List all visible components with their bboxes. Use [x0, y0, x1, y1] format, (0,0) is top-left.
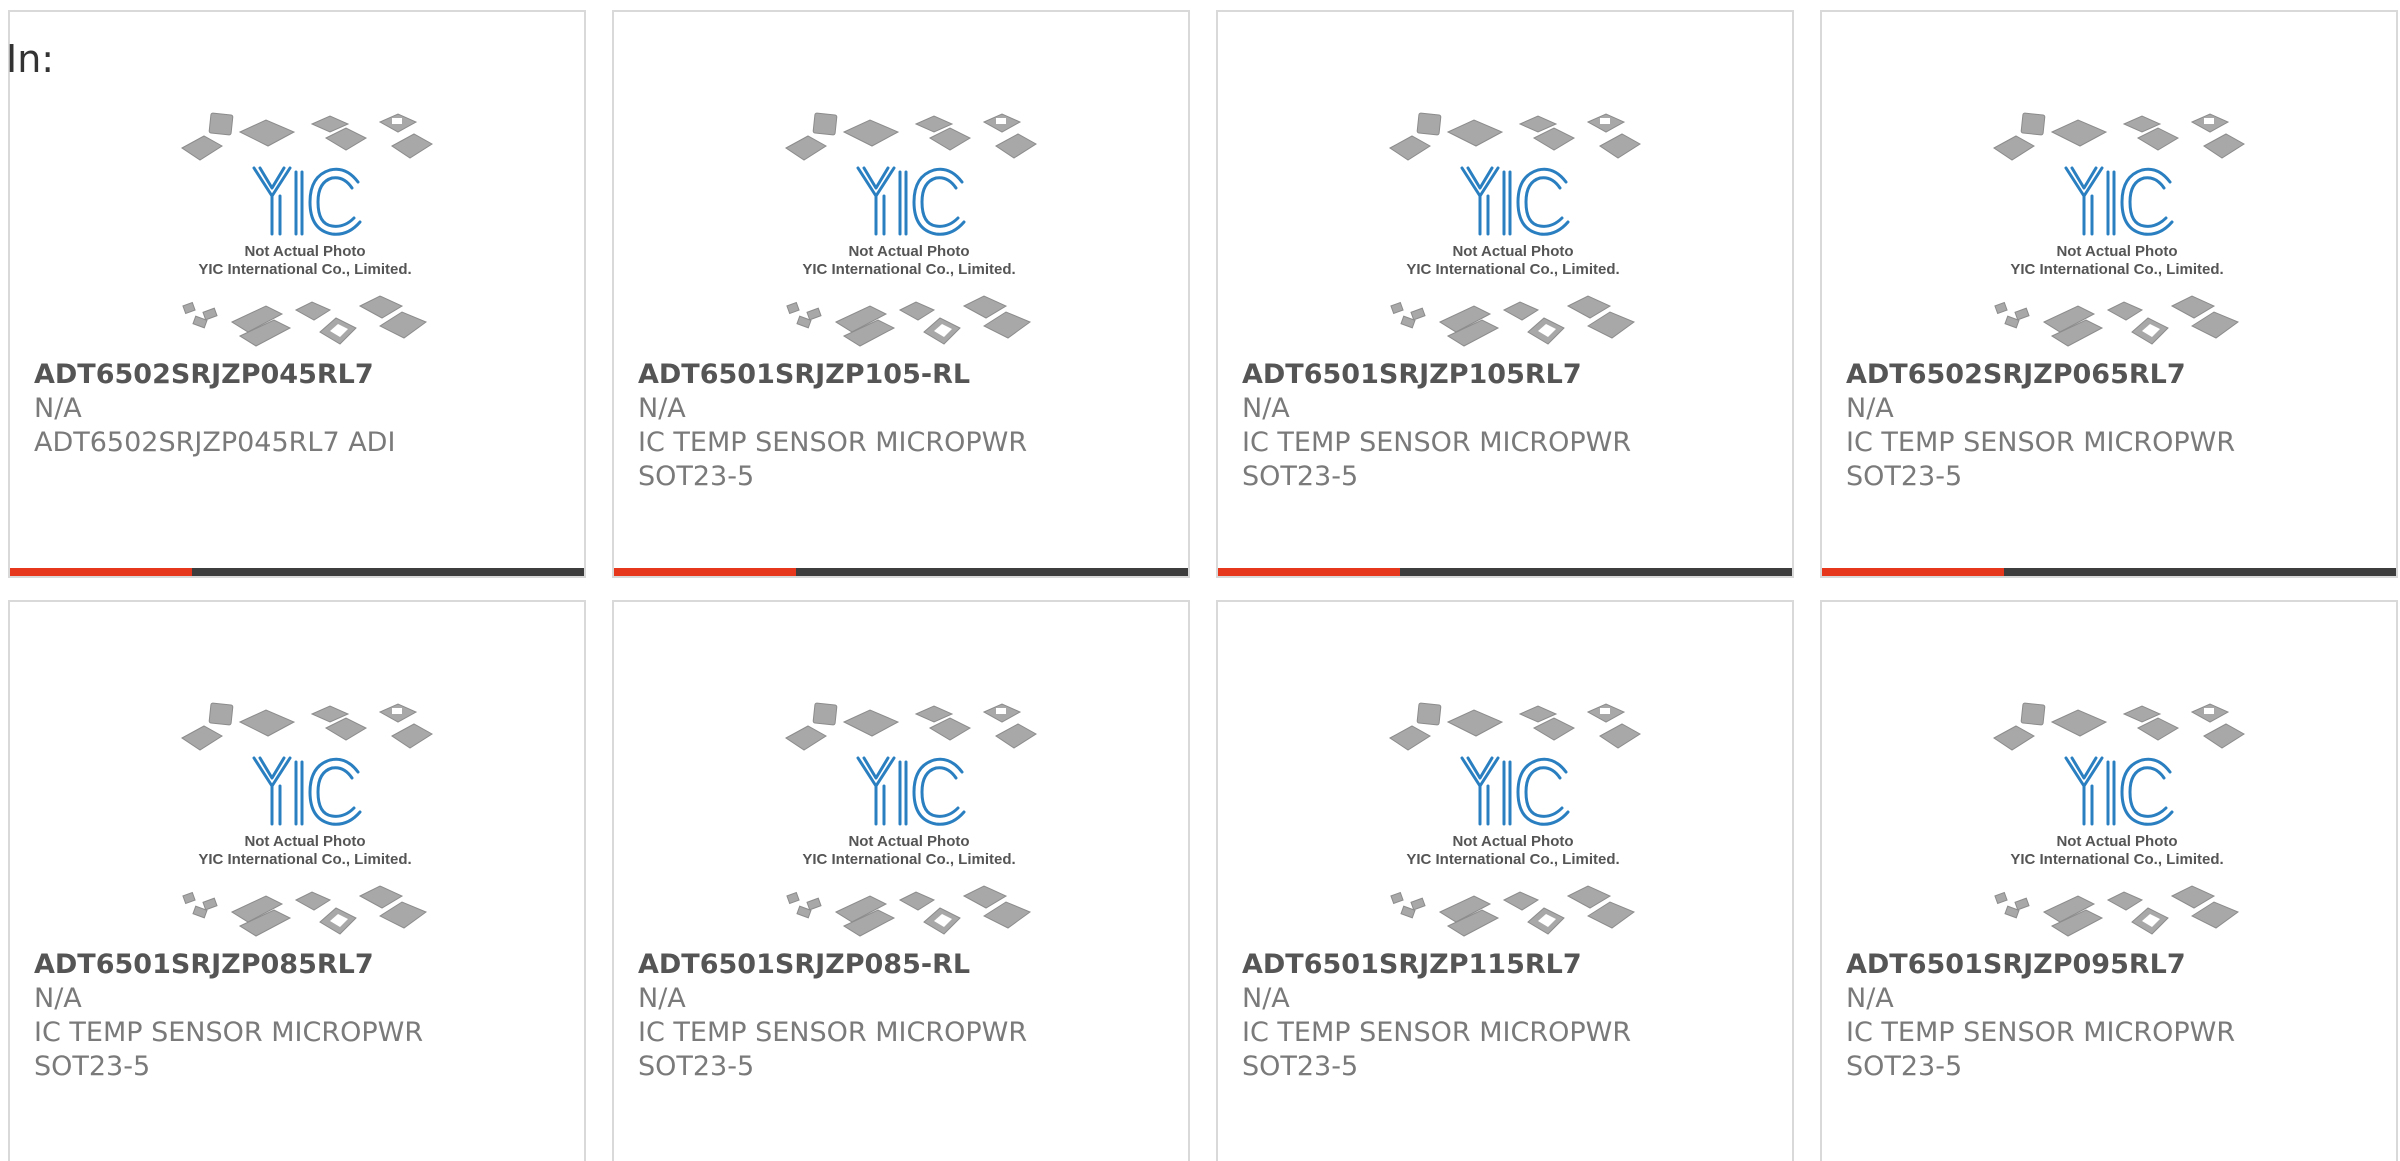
manufacturer: N/A — [1846, 983, 1894, 1014]
product-text: ADT6502SRJZP065RL7 N/A IC TEMP SENSOR MICR… — [1846, 358, 2366, 494]
thumbnail-caption-line2: YIC International Co., Limited. — [198, 261, 411, 278]
manufacturer: N/A — [1242, 393, 1290, 424]
product-text: ADT6501SRJZP105RL7 N/A IC TEMP SENSOR MICR… — [1242, 358, 1762, 494]
thumbnail-caption-line1: Not Actual Photo — [244, 833, 365, 850]
product-text: ADT6501SRJZP085-RL N/A IC TEMP SENSOR MICR… — [638, 948, 1158, 1084]
chip-package-placeholder-icon: Not Actual Photo YIC International Co., … — [1389, 112, 1641, 347]
part-number-link[interactable]: ADT6501SRJZP095RL7 — [1846, 948, 2366, 982]
product-thumbnail-image[interactable]: Not Actual Photo YIC International Co., … — [1982, 106, 2252, 352]
product-thumbnail-image[interactable]: Not Actual Photo YIC International Co., … — [1378, 696, 1648, 942]
part-number-link[interactable]: ADT6501SRJZP115RL7 — [1242, 948, 1762, 982]
card-footer-bar — [10, 568, 584, 576]
chip-package-placeholder-icon: Not Actual Photo YIC International Co., … — [785, 112, 1037, 347]
description-line2: SOT23-5 — [1846, 1051, 1963, 1082]
part-number-link[interactable]: ADT6501SRJZP085RL7 — [34, 948, 554, 982]
description-line1: IC TEMP SENSOR MICROPWR — [1846, 427, 2236, 458]
chip-package-placeholder-icon: Not Actual Photo YIC International Co., … — [785, 702, 1037, 937]
card-footer-bar — [1218, 568, 1792, 576]
thumbnail-caption-line2: YIC International Co., Limited. — [2010, 261, 2223, 278]
product-text: ADT6501SRJZP115RL7 N/A IC TEMP SENSOR MICR… — [1242, 948, 1762, 1084]
thumbnail-caption-line2: YIC International Co., Limited. — [802, 261, 1015, 278]
description-line1: IC TEMP SENSOR MICROPWR — [34, 1017, 424, 1048]
thumbnail-caption-line1: Not Actual Photo — [2056, 833, 2177, 850]
description-line2: SOT23-5 — [1242, 461, 1359, 492]
part-number-link[interactable]: ADT6502SRJZP065RL7 — [1846, 358, 2366, 392]
card-footer-bar — [1822, 568, 2396, 576]
card-footer-accent — [614, 568, 796, 576]
manufacturer: N/A — [1846, 393, 1894, 424]
description-line1: IC TEMP SENSOR MICROPWR — [1242, 427, 1632, 458]
product-card[interactable]: Not Actual Photo YIC International Co., … — [8, 10, 586, 578]
product-text: ADT6501SRJZP085RL7 N/A IC TEMP SENSOR MICR… — [34, 948, 554, 1084]
part-number-link[interactable]: ADT6501SRJZP105-RL — [638, 358, 1158, 392]
thumbnail-caption-line2: YIC International Co., Limited. — [1406, 851, 1619, 868]
card-footer-accent — [1218, 568, 1400, 576]
product-card[interactable]: Not Actual Photo YIC International Co., … — [612, 10, 1190, 578]
product-thumbnail-image[interactable]: Not Actual Photo YIC International Co., … — [774, 696, 1044, 942]
thumbnail-caption-line2: YIC International Co., Limited. — [802, 851, 1015, 868]
manufacturer: N/A — [638, 393, 686, 424]
description-line2: SOT23-5 — [638, 461, 755, 492]
thumbnail-caption-line1: Not Actual Photo — [1452, 833, 1573, 850]
description-line2: SOT23-5 — [1846, 461, 1963, 492]
chip-package-placeholder-icon: Not Actual Photo YIC International Co., … — [181, 702, 433, 937]
part-number-link[interactable]: ADT6501SRJZP085-RL — [638, 948, 1158, 982]
product-card[interactable]: Not Actual Photo YIC International Co., … — [1820, 10, 2398, 578]
card-footer-accent — [1822, 568, 2004, 576]
card-footer-accent — [10, 568, 192, 576]
product-thumbnail-image[interactable]: Not Actual Photo YIC International Co., … — [170, 696, 440, 942]
product-thumbnail-image[interactable]: Not Actual Photo YIC International Co., … — [170, 106, 440, 352]
description-line2: SOT23-5 — [1242, 1051, 1359, 1082]
manufacturer: N/A — [34, 393, 82, 424]
description-line1: IC TEMP SENSOR MICROPWR — [638, 427, 1028, 458]
product-thumbnail-image[interactable]: Not Actual Photo YIC International Co., … — [1982, 696, 2252, 942]
chip-package-placeholder-icon: Not Actual Photo YIC International Co., … — [1993, 112, 2245, 347]
chip-package-placeholder-icon: Not Actual Photo YIC International Co., … — [1389, 702, 1641, 937]
description-line1: ADT6502SRJZP045RL7 ADI — [34, 427, 396, 458]
description-line1: IC TEMP SENSOR MICROPWR — [1846, 1017, 2236, 1048]
product-thumbnail-image[interactable]: Not Actual Photo YIC International Co., … — [1378, 106, 1648, 352]
description-line2: SOT23-5 — [34, 1051, 151, 1082]
manufacturer: N/A — [638, 983, 686, 1014]
product-text: ADT6501SRJZP095RL7 N/A IC TEMP SENSOR MICR… — [1846, 948, 2366, 1084]
part-number-link[interactable]: ADT6501SRJZP105RL7 — [1242, 358, 1762, 392]
chip-package-placeholder-icon: Not Actual Photo YIC International Co., … — [1993, 702, 2245, 937]
description-line1: IC TEMP SENSOR MICROPWR — [638, 1017, 1028, 1048]
thumbnail-caption-line2: YIC International Co., Limited. — [198, 851, 411, 868]
product-card[interactable]: Not Actual Photo YIC International Co., … — [1216, 10, 1794, 578]
thumbnail-caption-line1: Not Actual Photo — [1452, 243, 1573, 260]
card-footer-bar — [614, 568, 1188, 576]
filter-label: In: — [6, 37, 55, 81]
thumbnail-caption-line2: YIC International Co., Limited. — [1406, 261, 1619, 278]
thumbnail-caption-line1: Not Actual Photo — [2056, 243, 2177, 260]
manufacturer: N/A — [34, 983, 82, 1014]
description-line1: IC TEMP SENSOR MICROPWR — [1242, 1017, 1632, 1048]
product-card[interactable]: Not Actual Photo YIC International Co., … — [612, 600, 1190, 1161]
thumbnail-caption-line1: Not Actual Photo — [848, 243, 969, 260]
part-number-link[interactable]: ADT6502SRJZP045RL7 — [34, 358, 554, 392]
description-line2: SOT23-5 — [638, 1051, 755, 1082]
manufacturer: N/A — [1242, 983, 1290, 1014]
product-card[interactable]: Not Actual Photo YIC International Co., … — [1820, 600, 2398, 1161]
page: In: Not Actual Photo YIC International C… — [0, 0, 2400, 1161]
product-card[interactable]: Not Actual Photo YIC International Co., … — [8, 600, 586, 1161]
product-card[interactable]: Not Actual Photo YIC International Co., … — [1216, 600, 1794, 1161]
thumbnail-caption-line1: Not Actual Photo — [244, 243, 365, 260]
product-text: ADT6502SRJZP045RL7 N/A ADT6502SRJZP045RL7 … — [34, 358, 554, 460]
chip-package-placeholder-icon: Not Actual Photo YIC International Co., … — [181, 112, 433, 347]
thumbnail-caption-line2: YIC International Co., Limited. — [2010, 851, 2223, 868]
thumbnail-caption-line1: Not Actual Photo — [848, 833, 969, 850]
product-thumbnail-image[interactable]: Not Actual Photo YIC International Co., … — [774, 106, 1044, 352]
product-text: ADT6501SRJZP105-RL N/A IC TEMP SENSOR MICR… — [638, 358, 1158, 494]
